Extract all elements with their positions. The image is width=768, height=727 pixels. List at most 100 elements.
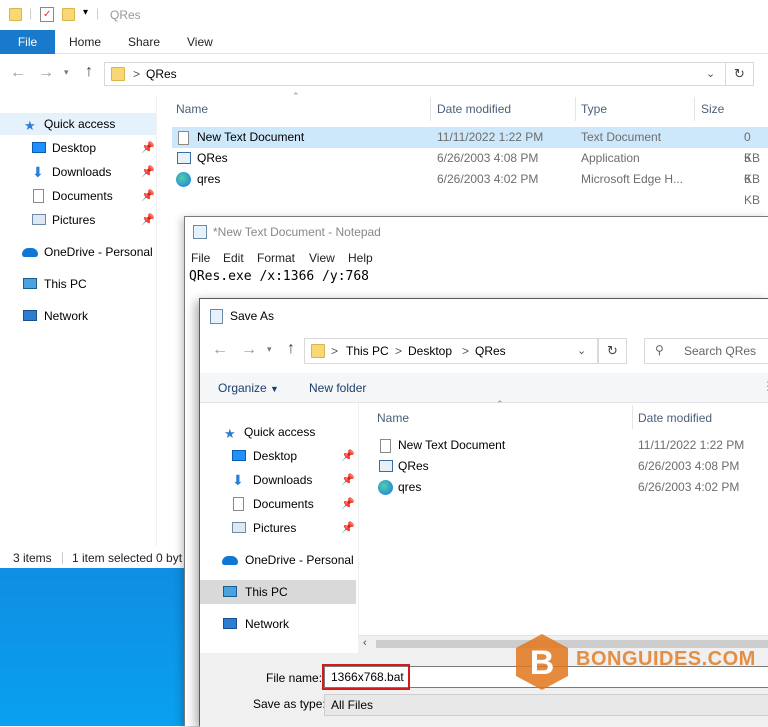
column-divider[interactable] — [694, 97, 695, 121]
tab-share[interactable]: Share — [128, 30, 160, 54]
new-folder-icon[interactable] — [62, 8, 75, 21]
column-divider[interactable] — [632, 405, 633, 429]
menu-help[interactable]: Help — [348, 249, 373, 267]
nav-item-quick-access[interactable]: ★ Quick access — [0, 113, 156, 135]
forward-arrow-icon[interactable]: → — [241, 341, 257, 359]
nav-item-label: This PC — [44, 277, 87, 291]
recent-locations-icon[interactable]: ▾ — [64, 67, 69, 78]
column-header-type[interactable]: Type — [581, 102, 607, 116]
nav-item-documents[interactable]: Documents 📌 — [200, 493, 358, 515]
menu-format[interactable]: Format — [257, 249, 295, 267]
breadcrumb-qres[interactable]: QRes — [475, 344, 506, 358]
nav-item-label: OneDrive - Personal — [245, 553, 354, 567]
save-type-select[interactable]: All Files — [324, 694, 768, 716]
file-date: 6/26/2003 4:08 PM — [638, 459, 740, 473]
table-row[interactable]: New Text Document 11/11/2022 1:22 PM Tex… — [172, 127, 768, 165]
file-date: 6/26/2003 4:02 PM — [638, 480, 740, 494]
watermark-text: BONGUIDES.COM — [576, 648, 756, 670]
nav-item-this-pc[interactable]: This PC — [0, 273, 156, 295]
dialog-address-bar[interactable]: > This PC > Desktop > QRes ⌄ — [304, 338, 598, 364]
text-file-icon — [178, 131, 189, 145]
nav-item-quick-access[interactable]: ★ Quick access — [200, 421, 356, 443]
breadcrumb-qres[interactable]: QRes — [146, 67, 177, 81]
recent-locations-icon[interactable]: ▾ — [267, 344, 272, 355]
breadcrumb-separator: > — [462, 344, 470, 358]
network-icon — [23, 310, 37, 321]
pin-icon: 📌 — [341, 522, 355, 534]
edge-icon — [176, 172, 191, 187]
scrollbar-thumb[interactable] — [376, 640, 768, 648]
column-header-name[interactable]: Name — [176, 102, 208, 116]
list-item[interactable]: QRes 6/26/2003 4:08 PM — [374, 456, 768, 477]
scroll-left-icon[interactable]: ‹ — [363, 637, 367, 649]
nav-item-downloads[interactable]: ⬇ Downloads 📌 — [0, 161, 156, 183]
customize-toolbar-icon[interactable]: ▾ — [83, 7, 88, 18]
divider: | — [96, 6, 100, 20]
list-item[interactable]: New Text Document 11/11/2022 1:22 PM — [374, 435, 768, 456]
tab-view[interactable]: View — [187, 30, 213, 54]
pictures-icon — [232, 522, 246, 533]
file-name: New Text Document — [398, 438, 506, 452]
nav-item-documents[interactable]: Documents 📌 — [0, 185, 156, 207]
desktop-icon — [232, 450, 246, 461]
menu-file[interactable]: File — [191, 249, 210, 267]
tab-home[interactable]: Home — [69, 30, 101, 54]
up-arrow-icon[interactable]: ↑ — [85, 63, 93, 81]
view-options-icon[interactable]: ⋮ — [762, 379, 768, 393]
list-item[interactable]: qres 6/26/2003 4:02 PM — [374, 477, 768, 498]
column-divider[interactable] — [575, 97, 576, 121]
properties-icon[interactable]: ✓ — [40, 7, 54, 22]
organize-button[interactable]: Organize ▼ — [218, 381, 279, 395]
pin-icon: 📌 — [141, 166, 155, 178]
search-input[interactable]: ⚲ Search QRes — [644, 338, 768, 364]
nav-item-onedrive[interactable]: OneDrive - Personal — [0, 241, 156, 263]
nav-item-this-pc[interactable]: This PC — [200, 580, 356, 604]
refresh-button[interactable]: ↻ — [598, 338, 627, 364]
chevron-down-icon[interactable]: ⌄ — [706, 67, 715, 80]
new-folder-button[interactable]: New folder — [309, 381, 366, 395]
breadcrumb-this-pc[interactable]: This PC — [346, 344, 389, 358]
divider: | — [29, 6, 33, 20]
menu-edit[interactable]: Edit — [223, 249, 244, 267]
file-type: Text Document — [581, 130, 662, 144]
notepad-text-area[interactable]: QRes.exe /x:1366 /y:768 — [189, 269, 369, 284]
nav-item-pictures[interactable]: Pictures 📌 — [0, 209, 156, 231]
tab-file[interactable]: File — [0, 30, 55, 54]
back-arrow-icon[interactable]: ← — [212, 341, 228, 359]
network-icon — [223, 618, 237, 629]
nav-item-network[interactable]: Network — [0, 305, 156, 327]
forward-arrow-icon[interactable]: → — [38, 64, 54, 82]
nav-item-network[interactable]: Network — [200, 613, 358, 635]
dialog-toolbar: Organize ▼ New folder ⋮ — [200, 373, 768, 403]
folder-icon — [311, 344, 325, 358]
column-divider[interactable] — [430, 97, 431, 121]
table-row[interactable]: qres 6/26/2003 4:02 PM Microsoft Edge H.… — [172, 169, 768, 207]
back-arrow-icon[interactable]: ← — [10, 64, 26, 82]
document-icon — [33, 189, 44, 203]
nav-item-label: Downloads — [253, 473, 313, 487]
nav-item-desktop[interactable]: Desktop 📌 — [0, 137, 156, 159]
nav-item-desktop[interactable]: Desktop 📌 — [200, 445, 358, 467]
menu-view[interactable]: View — [309, 249, 335, 267]
refresh-button[interactable]: ↻ — [725, 62, 754, 86]
column-header-date[interactable]: Date modified — [638, 411, 712, 425]
chevron-down-icon[interactable]: ⌄ — [577, 344, 586, 357]
breadcrumb-desktop[interactable]: Desktop — [408, 344, 452, 358]
up-arrow-icon[interactable]: ↑ — [287, 340, 295, 358]
address-bar[interactable]: > QRes ⌄ — [104, 62, 726, 86]
pane-divider — [156, 96, 157, 546]
organize-label: Organize — [218, 381, 267, 395]
nav-item-downloads[interactable]: ⬇ Downloads 📌 — [200, 469, 358, 491]
nav-item-pictures[interactable]: Pictures 📌 — [200, 517, 358, 539]
nav-item-label: Downloads — [52, 165, 112, 179]
brand-logo-letter: B — [530, 644, 555, 682]
column-header-name[interactable]: Name — [377, 411, 409, 425]
folder-icon — [9, 8, 22, 21]
table-row[interactable]: QRes 6/26/2003 4:08 PM Application 5 KB — [172, 148, 768, 186]
column-header-size[interactable]: Size — [701, 102, 724, 116]
nav-item-onedrive[interactable]: OneDrive - Personal — [200, 549, 358, 571]
search-placeholder: Search QRes — [684, 344, 757, 358]
column-header-date[interactable]: Date modified — [437, 102, 511, 116]
application-icon — [177, 152, 191, 164]
desktop-background — [0, 568, 185, 726]
